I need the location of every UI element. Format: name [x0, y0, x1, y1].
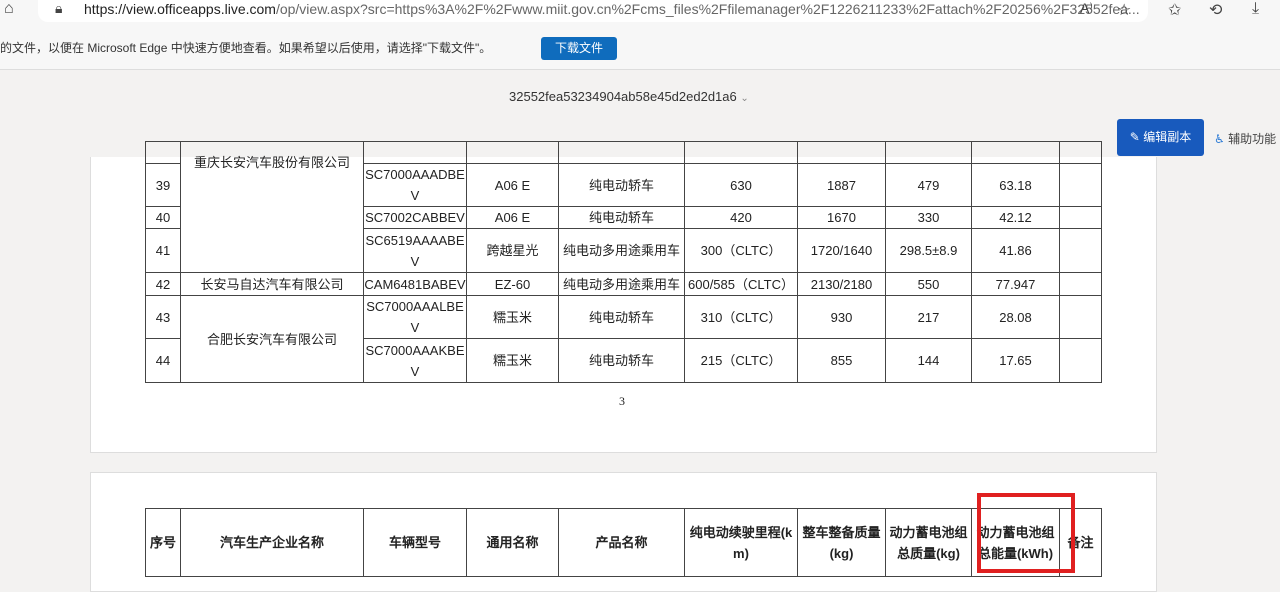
cell-no: 44: [145, 338, 181, 383]
cell-mass: 855: [797, 338, 886, 383]
cell-model: SC7000AAAKBEV: [363, 338, 467, 383]
header-battery-mass: 动力蓄电池组总质量(kg): [885, 508, 972, 577]
cell-no: 41: [145, 228, 181, 273]
cell-no: 40: [145, 206, 181, 229]
cell-no: 39: [145, 163, 181, 207]
cell-product: 纯电动轿车: [558, 206, 685, 229]
cell-range: 630: [684, 163, 798, 207]
cell-product: 纯电动轿车: [558, 295, 685, 339]
url-text[interactable]: https://view.officeapps.live.com/op/view…: [84, 1, 1140, 17]
edit-copy-label: 编辑副本: [1143, 130, 1192, 144]
cell-note: [1059, 295, 1102, 339]
table-row: 重庆长安汽车股份有限公司: [145, 141, 1102, 273]
download-icon[interactable]: ⤓: [1252, 0, 1259, 18]
page-number: 3: [619, 394, 625, 408]
cell-mass: 1887: [797, 163, 886, 207]
highlight-annotation-box: [977, 493, 1075, 573]
header-company: 汽车生产企业名称: [180, 508, 364, 577]
cell-battery-mass: 144: [885, 338, 972, 383]
cell-mass: 1720/1640: [797, 228, 886, 273]
cell-battery-mass: 550: [885, 272, 972, 296]
home-icon[interactable]: ⌂: [4, 0, 14, 18]
cell-energy: 63.18: [971, 163, 1060, 207]
cell-range: 215（CLTC）: [684, 338, 798, 383]
cell-battery-mass: 479: [885, 163, 972, 207]
address-bar-area: ⌂ 🔒︎ https://view.officeapps.live.com/op…: [0, 0, 1280, 24]
edit-copy-button[interactable]: ✎ 编辑副本: [1117, 119, 1204, 156]
company-cell: 合肥长安汽车有限公司: [180, 295, 364, 383]
cell-range: 420: [684, 206, 798, 229]
cell-model: SC7000AAALBEV: [363, 295, 467, 339]
header-name: 通用名称: [466, 508, 559, 577]
cell-name: A06 E: [466, 163, 559, 207]
header-product: 产品名称: [558, 508, 685, 577]
document-title[interactable]: 32552fea53234904ab58e45d2ed2d1a6 ⌄: [509, 89, 749, 104]
accessibility-label: 辅助功能: [1228, 132, 1277, 146]
cell-energy: 77.947: [971, 272, 1060, 296]
cell-name: 糯玉米: [466, 295, 559, 339]
cell-name: EZ-60: [466, 272, 559, 296]
header-range: 纯电动续驶里程(km): [684, 508, 798, 577]
cell-product: 纯电动轿车: [558, 163, 685, 207]
header-no: 序号: [145, 508, 181, 577]
cell-energy: 42.12: [971, 206, 1060, 229]
cell-note: [1059, 163, 1102, 207]
cell-no: 42: [145, 272, 181, 296]
company-cell: 重庆长安汽车股份有限公司: [180, 141, 364, 273]
company-cell: 长安马自达汽车有限公司: [180, 272, 364, 296]
cell-no: 43: [145, 295, 181, 339]
cell-model: SC7000AAADBEV: [363, 163, 467, 207]
vehicle-table-page3: 重庆长安汽车股份有限公司 39 SC7000AAADBEV A06 E 纯电动轿车 63…: [145, 141, 1102, 383]
table-row: 43 合肥长安汽车有限公司 SC7000AAALBEV 糯玉米 纯电动轿车 310（CLT…: [145, 295, 1102, 383]
cell-note: [1059, 272, 1102, 296]
favorite-star-icon[interactable]: ☆: [1117, 0, 1131, 20]
header-mass: 整车整备质量(kg): [797, 508, 886, 577]
cell-mass: 930: [797, 295, 886, 339]
cell-note: [1059, 228, 1102, 273]
lock-icon[interactable]: 🔒︎: [55, 0, 62, 17]
info-bar: 的文件，以便在 Microsoft Edge 中快速方便地查看。如果希望以后使用…: [0, 24, 1280, 70]
cell-model: SC6519AAAABEV: [363, 228, 467, 273]
favorites-icon[interactable]: ✩: [1168, 0, 1181, 20]
cell-range: 310（CLTC）: [684, 295, 798, 339]
cell-name: 糯玉米: [466, 338, 559, 383]
cell-mass: 1670: [797, 206, 886, 229]
history-icon[interactable]: ⟲: [1209, 0, 1222, 20]
cell-product: 纯电动多用途乘用车: [558, 272, 685, 296]
cell-note: [1059, 206, 1102, 229]
cell-energy: 41.86: [971, 228, 1060, 273]
cell-range: 600/585（CLTC）: [684, 272, 798, 296]
document-title-text: 32552fea53234904ab58e45d2ed2d1a6: [509, 89, 737, 104]
header-row: 序号 汽车生产企业名称 车辆型号 通用名称 产品名称 纯电动续驶里程(km) 整…: [145, 508, 1102, 577]
cell-note: [1059, 338, 1102, 383]
cell-battery-mass: 330: [885, 206, 972, 229]
accessibility-icon: ♿︎: [1214, 132, 1225, 146]
cell-mass: 2130/2180: [797, 272, 886, 296]
cell-range: 300（CLTC）: [684, 228, 798, 273]
url-path: /op/view.aspx?src=https%3A%2F%2Fwww.miit…: [275, 1, 1140, 17]
vehicle-table-page4-header: 序号 汽车生产企业名称 车辆型号 通用名称 产品名称 纯电动续驶里程(km) 整…: [145, 508, 1102, 577]
accessibility-button[interactable]: ♿︎ 辅助功能: [1214, 130, 1276, 147]
info-message: 的文件，以便在 Microsoft Edge 中快速方便地查看。如果希望以后使用…: [0, 41, 492, 55]
cell-product: 纯电动轿车: [558, 338, 685, 383]
read-aloud-icon[interactable]: A⁾: [1080, 0, 1093, 17]
cell-model: CAM6481BABEV: [363, 272, 467, 296]
header-model: 车辆型号: [363, 508, 467, 577]
chevron-down-icon: ⌄: [740, 93, 749, 104]
download-file-button[interactable]: 下载文件: [541, 37, 617, 60]
cell-product: 纯电动多用途乘用车: [558, 228, 685, 273]
table-row: 42 长安马自达汽车有限公司 CAM6481BABEV EZ-60 纯电动多用途乘用车 6…: [145, 272, 1102, 296]
cell-battery-mass: 217: [885, 295, 972, 339]
url-host: https://view.officeapps.live.com: [84, 1, 276, 17]
cell-name: A06 E: [466, 206, 559, 229]
cell-battery-mass: 298.5±8.9: [885, 228, 972, 273]
pencil-icon: ✎: [1129, 130, 1140, 144]
cell-energy: 17.65: [971, 338, 1060, 383]
cell-model: SC7002CABBEV: [363, 206, 467, 229]
cell-energy: 28.08: [971, 295, 1060, 339]
cell-name: 跨越星光: [466, 228, 559, 273]
